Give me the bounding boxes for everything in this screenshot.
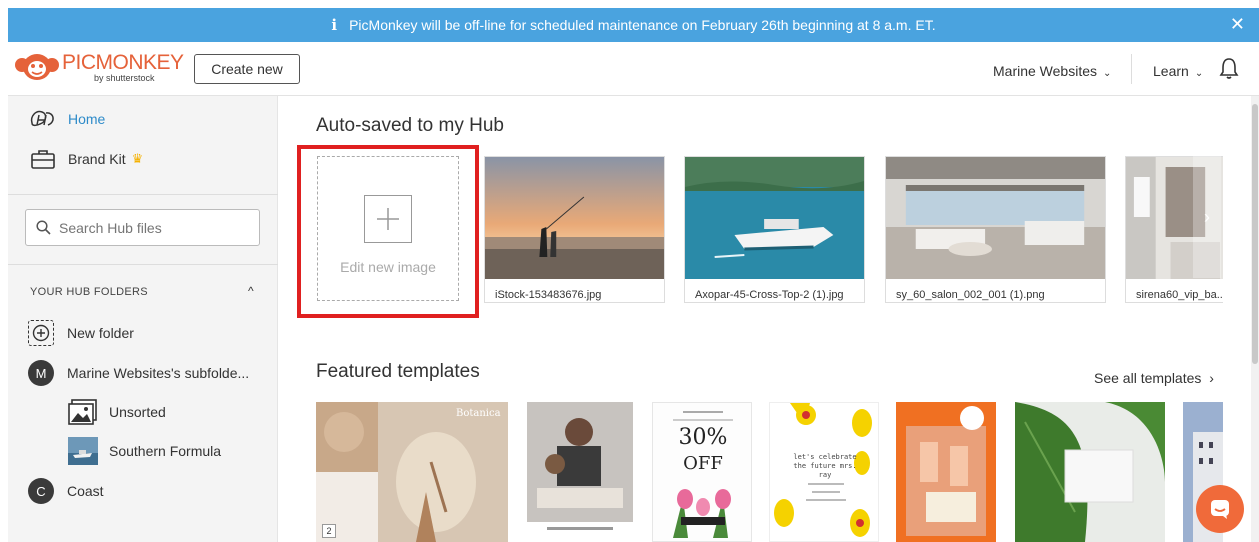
bell-icon[interactable] bbox=[1219, 56, 1239, 80]
folder-avatar: M bbox=[28, 360, 54, 386]
hub-icon bbox=[28, 108, 58, 130]
hub-file-card[interactable]: iStock-153483676.jpg bbox=[484, 156, 665, 303]
featured-title: Featured templates bbox=[316, 361, 480, 382]
scrollbar-thumb[interactable] bbox=[1252, 104, 1258, 364]
create-new-button[interactable]: Create new bbox=[194, 54, 300, 84]
folder-label: Unsorted bbox=[109, 404, 166, 420]
folders-header: YOUR HUB FOLDERS bbox=[30, 286, 148, 298]
search-box[interactable] bbox=[25, 209, 260, 246]
hub-file-card[interactable]: Axopar-45-Cross-Top-2 (1).jpg bbox=[684, 156, 865, 303]
autosaved-title: Auto-saved to my Hub bbox=[316, 115, 504, 136]
chevron-down-icon: ⌄ bbox=[1103, 68, 1112, 79]
template-card[interactable] bbox=[896, 402, 996, 542]
chevron-down-icon: ⌄ bbox=[1194, 68, 1204, 79]
chat-button[interactable] bbox=[1196, 485, 1244, 533]
sale-big-text: 30% bbox=[678, 425, 728, 450]
see-all-label: See all templates bbox=[1094, 370, 1202, 386]
next-arrow-icon[interactable]: › bbox=[1193, 156, 1221, 278]
chevron-up-icon[interactable]: ^ bbox=[248, 284, 254, 298]
folder-label: Southern Formula bbox=[109, 443, 222, 459]
maintenance-banner: i PicMonkey will be off-line for schedul… bbox=[8, 8, 1259, 42]
logo-subtitle: by shutterstock bbox=[94, 73, 155, 83]
new-folder-label: New folder bbox=[67, 325, 134, 341]
page-scrollbar[interactable] bbox=[1251, 96, 1259, 542]
folder-item-marine-websites[interactable]: M Marine Websites's subfolde... bbox=[28, 360, 249, 386]
chevron-right-icon: › bbox=[1209, 370, 1214, 386]
template-card[interactable]: 30% OFF bbox=[652, 402, 752, 542]
template-card[interactable]: Botanica 2 bbox=[316, 402, 508, 542]
sale-sub-text: OFF bbox=[683, 453, 723, 474]
hub-file-thumbnail bbox=[485, 157, 664, 279]
folder-thumbnail bbox=[68, 437, 98, 465]
banner-message: PicMonkey will be off-line for scheduled… bbox=[349, 17, 936, 33]
template-text: let's celebrate the future mrs. ray bbox=[793, 453, 857, 479]
logo-brand: PICMONKEY bbox=[62, 51, 184, 74]
edit-new-image-label: Edit new image bbox=[340, 259, 436, 275]
folder-item-coast[interactable]: C Coast bbox=[28, 478, 104, 504]
picmonkey-logo[interactable]: PICMONKEY by shutterstock bbox=[14, 52, 184, 83]
top-header: PICMONKEY by shutterstock Create new Mar… bbox=[8, 42, 1259, 96]
hub-file-card[interactable]: sy_60_salon_002_001 (1).png bbox=[885, 156, 1106, 303]
hub-file-caption: iStock-153483676.jpg bbox=[495, 289, 602, 301]
new-folder-button[interactable]: New folder bbox=[28, 320, 134, 346]
image-folder-icon bbox=[68, 399, 97, 425]
leaf-card-template-thumbnail bbox=[1015, 402, 1165, 542]
account-menu[interactable]: Marine Websites ⌄ bbox=[993, 63, 1111, 79]
plus-icon bbox=[364, 195, 412, 243]
hub-file-caption: sirena60_vip_ba... bbox=[1136, 289, 1223, 301]
template-title: Botanica bbox=[456, 408, 501, 419]
hub-file-thumbnail bbox=[685, 157, 864, 279]
briefcase-icon bbox=[28, 148, 58, 170]
sidebar: Home Brand Kit ♛ YOUR HUB FOLDERS ^ New … bbox=[8, 96, 278, 542]
info-icon: i bbox=[331, 16, 338, 34]
botanica-template-thumbnail bbox=[316, 402, 508, 542]
sidebar-divider bbox=[8, 194, 278, 195]
add-folder-icon bbox=[28, 320, 54, 346]
drinks-template-thumbnail bbox=[896, 402, 996, 542]
crown-icon: ♛ bbox=[131, 151, 144, 166]
home-label: Home bbox=[68, 111, 106, 127]
header-divider bbox=[1131, 54, 1132, 84]
monkey-logo-icon bbox=[15, 54, 59, 80]
chat-icon bbox=[1211, 500, 1229, 519]
hub-file-caption: sy_60_salon_002_001 (1).png bbox=[896, 289, 1045, 301]
template-card[interactable] bbox=[1015, 402, 1165, 542]
page-count-badge: 2 bbox=[322, 524, 336, 538]
account-label: Marine Websites bbox=[993, 63, 1098, 79]
template-card[interactable]: let's celebrate the future mrs. ray bbox=[769, 402, 879, 542]
template-card[interactable] bbox=[527, 402, 633, 542]
folder-item-southern-formula[interactable]: Southern Formula bbox=[68, 437, 221, 465]
learn-label: Learn bbox=[1153, 63, 1189, 79]
folder-avatar: C bbox=[28, 478, 54, 504]
sidebar-item-home[interactable]: Home bbox=[28, 108, 105, 130]
main-content: Auto-saved to my Hub Edit new image iSto… bbox=[279, 96, 1244, 542]
brand-kit-label: Brand Kit bbox=[68, 151, 126, 167]
edit-new-image-highlight: Edit new image bbox=[297, 145, 479, 318]
folder-item-unsorted[interactable]: Unsorted bbox=[68, 398, 166, 426]
folder-label: Marine Websites's subfolde... bbox=[67, 365, 250, 381]
hub-file-thumbnail bbox=[886, 157, 1105, 279]
hub-file-caption: Axopar-45-Cross-Top-2 (1).jpg bbox=[695, 289, 844, 301]
edit-new-image-button[interactable]: Edit new image bbox=[317, 156, 459, 301]
folder-label: Coast bbox=[67, 483, 104, 499]
sidebar-divider bbox=[8, 264, 278, 265]
learn-menu[interactable]: Learn ⌄ bbox=[1153, 63, 1203, 79]
close-icon[interactable]: ✕ bbox=[1230, 14, 1245, 35]
search-icon bbox=[36, 220, 51, 235]
family-dinner-template-thumbnail bbox=[527, 402, 633, 542]
sidebar-item-brand-kit[interactable]: Brand Kit ♛ bbox=[28, 148, 143, 170]
search-input[interactable] bbox=[59, 219, 239, 236]
see-all-templates-link[interactable]: See all templates › bbox=[1094, 370, 1214, 386]
